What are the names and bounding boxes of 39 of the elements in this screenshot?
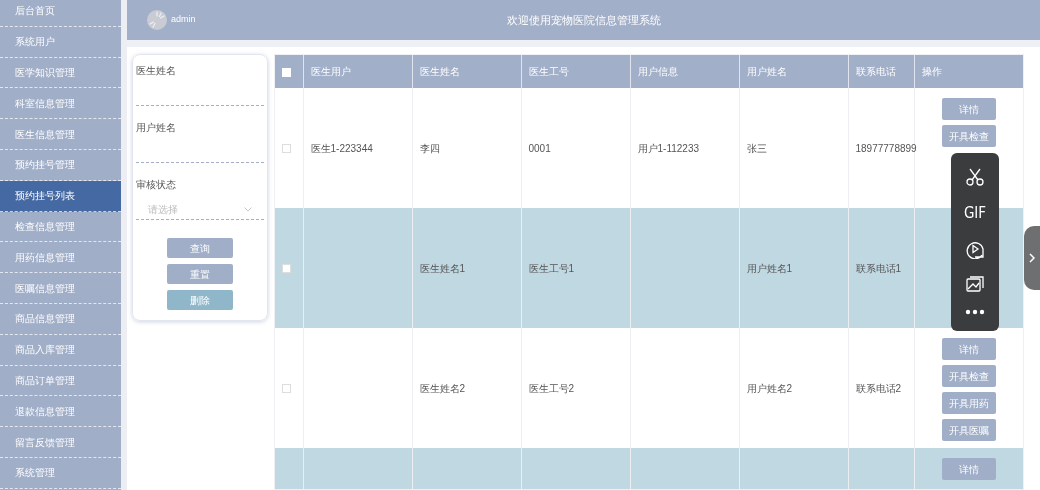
- column-header: 医生姓名: [419, 66, 460, 77]
- table-cell: 医生姓名2: [419, 382, 466, 394]
- table-cell: 用户姓名2: [746, 382, 793, 394]
- search-button[interactable]: 查询: [167, 238, 233, 258]
- sidebar-item[interactable]: 预约挂号列表: [0, 180, 121, 212]
- select-placeholder: 请选择: [148, 203, 178, 217]
- table-cell: 用户1-112233: [637, 142, 700, 154]
- table-cell: 18977778899: [855, 142, 917, 154]
- column-header: 医生工号: [528, 66, 569, 77]
- action-button[interactable]: 开具用药: [942, 392, 996, 414]
- status-select[interactable]: 请选择: [136, 200, 264, 220]
- column-header: 联系电话: [855, 66, 896, 77]
- table-cell: 医生工号1: [528, 262, 575, 274]
- table-cell: 医生工号2: [528, 382, 575, 394]
- column-header: 用户姓名: [746, 66, 787, 77]
- action-button[interactable]: 详情: [942, 98, 996, 120]
- table-cell: 联系电话2: [855, 382, 902, 394]
- column-header: 医生用户: [310, 66, 351, 77]
- field-label: 医生姓名: [136, 64, 176, 78]
- table-cell: 医生姓名1: [419, 262, 466, 274]
- system-title: 欢迎使用宠物医院信息管理系统: [506, 13, 661, 26]
- table-cell: 用户姓名1: [746, 262, 793, 274]
- action-button[interactable]: 开具检查: [942, 125, 996, 147]
- table-cell: 医生1-223344: [310, 142, 373, 154]
- table-cell: 联系电话1: [855, 262, 902, 274]
- user-name: admin: [171, 13, 196, 27]
- field-label: 审核状态: [136, 178, 176, 192]
- table-cell: 0001: [528, 142, 551, 154]
- search-button[interactable]: 重置: [167, 264, 233, 284]
- action-button[interactable]: 开具医嘱: [942, 419, 996, 441]
- table-cell: 李四: [419, 142, 440, 154]
- action-button[interactable]: 详情: [942, 458, 996, 480]
- action-button[interactable]: 详情: [942, 338, 996, 360]
- table-cell: 张三: [746, 142, 767, 154]
- column-header: 用户信息: [637, 66, 678, 77]
- field-label: 用户姓名: [136, 121, 176, 135]
- gif-button[interactable]: GIF: [963, 201, 987, 225]
- action-button[interactable]: 开具检查: [942, 365, 996, 387]
- column-header: 操作: [921, 66, 942, 77]
